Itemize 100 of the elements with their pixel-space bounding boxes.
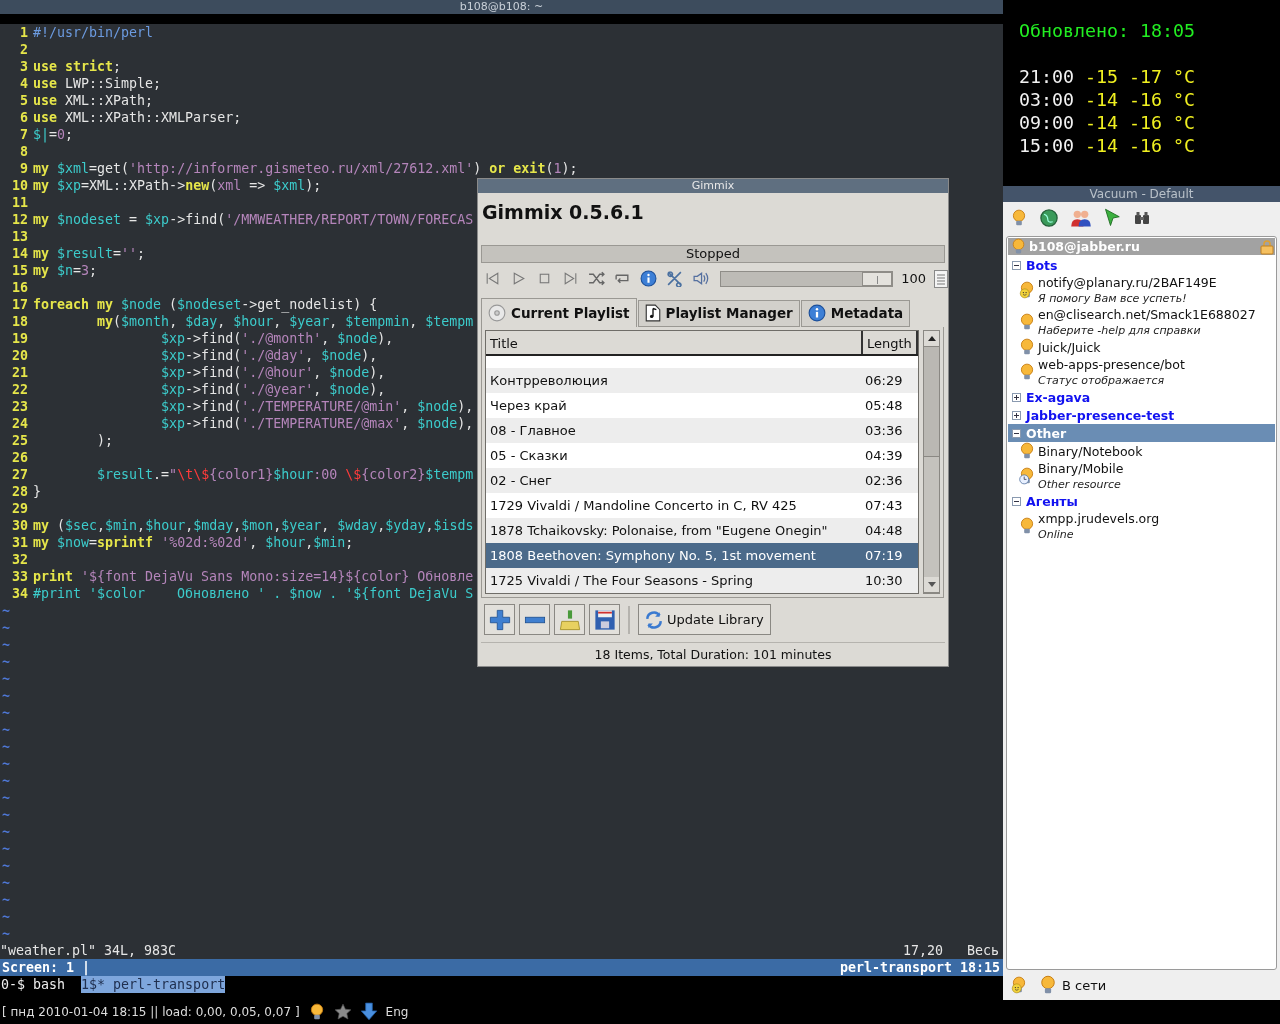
playlist-row[interactable]: 1725 Vivaldi / The Four Seasons - Spring 10:30 [486,567,918,593]
tab[interactable]: Metadata [800,299,911,327]
tab[interactable]: Current Playlist [481,297,637,327]
column-header[interactable]: Title [486,330,863,354]
app-heading: Gimmix 0.5.6.1 [481,200,645,225]
playlist-row[interactable]: 1808 Beethoven: Symphony No. 5, 1st movement 07:19 [486,542,918,568]
globe-icon[interactable] [1039,208,1059,228]
playlist-row[interactable]: 02 - Снег 02:36 [486,467,918,493]
broom-icon [558,608,581,631]
line-number: 15 [11,262,28,279]
keyboard-layout[interactable]: Eng [385,1005,409,1019]
download-arrow-icon[interactable] [359,1002,378,1022]
line-number: 21 [11,364,28,381]
line-number: 8 [19,143,28,160]
forecast-time: 21:00 [1019,65,1075,88]
list-icon[interactable] [934,269,948,288]
code-line: my $xml=get('http://informer.gismeteo.ru/xml/27612.xml') or exit(1); [33,160,578,177]
down-arrow-icon[interactable] [927,582,936,588]
line-number: 12 [11,211,28,228]
tab[interactable]: Playlist Manager [637,299,800,327]
up-arrow-icon[interactable] [927,335,936,341]
track-title: 08 - Главное [490,422,577,438]
track-title: 05 - Сказки [490,447,569,463]
empty-line-marker: ~ [1,670,10,687]
light-bulb-icon [1018,517,1036,535]
playback-status-bar: Stopped [481,245,945,263]
empty-line-marker: ~ [1,840,10,857]
empty-line-marker: ~ [1,704,10,721]
line-number: 10 [11,177,28,194]
track-length: 04:48 [865,522,904,538]
binoculars-icon[interactable] [1134,210,1150,226]
contact-item[interactable]: Juick/Juick [1008,338,1275,356]
clear-button[interactable] [554,604,585,636]
track-length: 02:36 [865,472,904,488]
update-library-button[interactable]: Update Library [638,604,771,636]
scrollbar[interactable] [923,329,940,595]
contact-item[interactable]: web-apps-presence/bot Статус отображается [1008,356,1275,388]
contact-item[interactable]: xmpp.jrudevels.org Online [1008,510,1275,542]
contact-status: Наберите -help для справки [1038,323,1202,338]
contact-group[interactable]: Bots [1008,256,1275,274]
line-number: 31 [11,534,28,551]
collapse-icon[interactable] [1012,428,1021,438]
code-line: use XML::XPath; [33,92,154,109]
add-button[interactable] [484,604,515,636]
line-number: 18 [11,313,28,330]
screen-status: Screen: 1 | [2,959,91,976]
track-length: 10:30 [865,572,904,588]
code-line: foreach my $node ($nodeset->get_nodelist) { [33,296,378,313]
group-name: Jabber-presence-test [1026,407,1175,423]
shuffle-icon[interactable] [588,270,606,288]
info-icon[interactable] [640,270,658,288]
contact-group[interactable]: Ex-agava [1008,388,1275,406]
line-number: 28 [11,483,28,500]
screen-window-tab[interactable]: 1$* perl-transport [81,976,226,993]
track-title: 1808 Beethoven: Symphony No. 5, 1st movement [490,547,817,563]
contact-item[interactable]: notify@planary.ru/2BAF149E Я помогу Вам все успеть! [1008,274,1275,306]
track-length: 06:29 [865,372,904,388]
track-title: Контрреволюция [490,372,609,388]
code-line: $|=0; [33,126,74,143]
window-title-clock: perl-transport 18:15 [839,959,1000,976]
star-icon[interactable] [333,1003,352,1021]
contact-name: web-apps-presence/bot [1038,356,1185,373]
empty-line-marker: ~ [1,806,10,823]
light-bulb-icon [1018,313,1036,331]
pointer-arrow-icon[interactable] [1103,208,1123,228]
volume-icon[interactable] [692,270,710,288]
collapse-icon[interactable] [1012,496,1021,506]
scroll-position: Весь [966,942,999,959]
expand-icon[interactable] [1012,392,1021,402]
contact-group[interactable]: Агенты [1008,492,1275,510]
playlist-row[interactable]: Контрреволюция 06:29 [486,367,918,393]
contact-name: Binary/Notebook [1038,442,1143,460]
group-name: Ex-agava [1026,389,1091,405]
save-button[interactable] [589,604,620,636]
light-bulb-icon [1018,442,1036,460]
contacts-icon[interactable] [1070,208,1092,228]
contact-name: Binary/Mobile [1038,460,1124,477]
screen-window-tab[interactable]: 0-$ bash [1,976,66,993]
collapse-icon[interactable] [1012,260,1021,270]
contact-item[interactable]: en@clisearch.net/Smack1E688027 Наберите -help для справки [1008,306,1275,338]
column-header[interactable]: Length [863,330,918,354]
line-number: 24 [11,415,28,432]
code-line: } [33,483,41,500]
code-line: $xp->find('./@hour', $node), [160,364,386,381]
playlist-row[interactable]: 08 - Главное 03:36 [486,417,918,443]
presence-button[interactable]: В сети [1038,975,1107,995]
contact-item[interactable]: Binary/Mobile Other resource [1008,460,1275,492]
code-line: $xp->find('./@day', $node), [160,347,378,364]
track-title: Через край [490,397,568,413]
slider-thumb[interactable] [862,271,893,286]
remove-button[interactable] [519,604,550,636]
code-line: $xp->find('./@month', $node), [160,330,394,347]
line-number: 1 [19,24,28,41]
playlist-row[interactable]: 1878 Tchaikovsky: Polonaise, from "Eugene Onegin" 04:48 [486,517,918,543]
tools-icon[interactable] [666,270,684,288]
contact-item[interactable]: Binary/Notebook [1008,442,1275,460]
volume-slider[interactable] [720,271,893,286]
track-title: 1878 Tchaikovsky: Polonaise, from "Eugene Onegin" [490,522,829,538]
contact-group[interactable]: Jabber-presence-test [1008,406,1275,424]
expand-icon[interactable] [1012,410,1021,420]
